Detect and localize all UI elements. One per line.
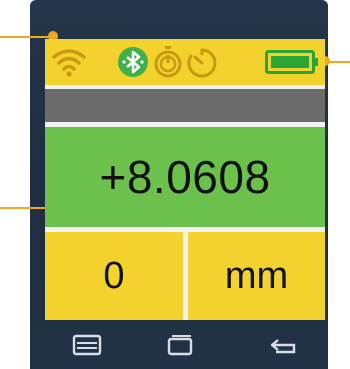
unit-label: mm (224, 255, 289, 297)
menu-icon[interactable] (68, 332, 108, 358)
navigation-bar (30, 320, 328, 369)
unit-cell[interactable]: mm (188, 232, 325, 320)
bluetooth-icon[interactable] (117, 46, 149, 78)
timer-icon[interactable] (186, 46, 218, 78)
measurement-value: +8.0608 (99, 151, 271, 203)
callout-line-top-left (0, 36, 52, 38)
measurement-panel: +8.0608 (45, 127, 325, 227)
product-screenshot: +8.0608 0 mm (0, 0, 350, 369)
info-band (45, 89, 325, 122)
home-icon[interactable] (160, 332, 200, 358)
zero-cell[interactable]: 0 (45, 232, 183, 320)
battery-icon (265, 50, 318, 74)
back-icon[interactable] (266, 332, 306, 358)
wifi-icon (52, 49, 86, 77)
status-bar (45, 39, 325, 85)
power-icon[interactable] (152, 46, 184, 78)
zero-value: 0 (103, 255, 125, 297)
display-screen: +8.0608 0 mm (45, 39, 325, 320)
